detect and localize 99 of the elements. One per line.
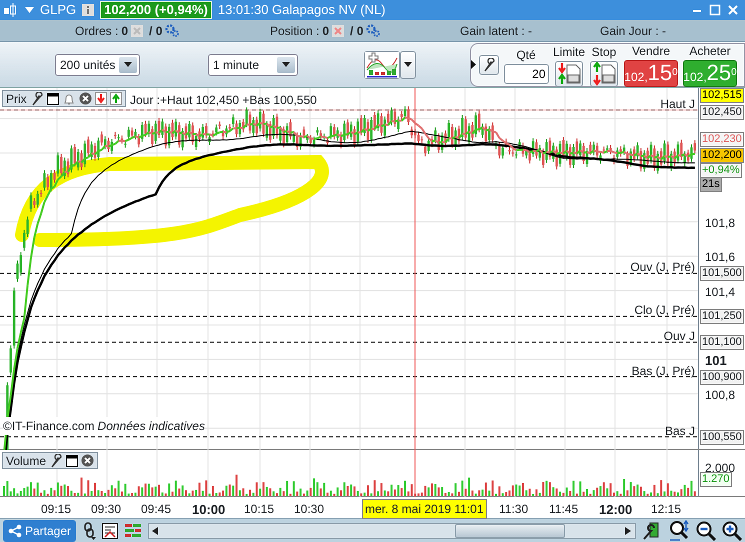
maximize-icon[interactable]: [709, 4, 721, 16]
gear-icon[interactable]: [366, 24, 380, 37]
level-label: Bas J: [664, 422, 695, 440]
panel-title: Prix: [6, 90, 27, 108]
scroll-thumb[interactable]: [455, 524, 565, 538]
time-label: 09:30: [91, 501, 122, 518]
scrollbar[interactable]: [148, 522, 636, 538]
time-label: 09:15: [41, 501, 72, 518]
time-label: 11:45: [549, 501, 578, 518]
timer-tag: 21s: [700, 177, 722, 192]
dropdown[interactable]: 200 unités: [55, 54, 140, 76]
price-tag: 102,230: [700, 132, 744, 147]
close-icon[interactable]: [78, 92, 92, 105]
sell-button[interactable]: 102,15$^{0}$: [624, 60, 678, 87]
window-icon[interactable]: [46, 92, 59, 104]
chart-indicators-icon: [365, 52, 399, 78]
caret-icon: [124, 62, 132, 67]
total-count: / 0: [350, 22, 364, 40]
zoom-in-icon[interactable]: [722, 520, 742, 540]
price-tag: 102,515: [700, 88, 744, 103]
close-icon[interactable]: [81, 454, 94, 467]
right-arrow-icon[interactable]: [625, 526, 632, 534]
column-label: Qté: [516, 46, 536, 64]
price-level-tag: 101,100: [700, 335, 744, 350]
axis-tick-label: 2.000: [705, 460, 736, 475]
panel-title: Volume: [6, 452, 46, 470]
dropdown[interactable]: 1 minute: [208, 54, 298, 76]
price-tag: 102,200: [700, 148, 744, 163]
time-label: 10:15: [244, 501, 274, 518]
price-tag: +0,94%: [700, 163, 742, 178]
expand-arrow-icon[interactable]: [471, 60, 476, 69]
time-label: 12:00: [599, 501, 632, 519]
sell-arrow-icon[interactable]: [94, 92, 107, 105]
time-label: 12:15: [651, 501, 682, 518]
symbol-name: GLPG: [40, 1, 76, 20]
axis-tick-label: 100,8: [705, 386, 736, 404]
disclaimer-text: Données indicatives: [98, 418, 205, 435]
indicators-button[interactable]: [364, 50, 400, 78]
price-level-tag: 100,900: [700, 370, 744, 385]
buy-arrow-icon[interactable]: [110, 92, 122, 105]
field-label: Gain latent : -: [460, 22, 532, 40]
dropdown-button[interactable]: [400, 50, 416, 78]
field-label: Position :: [270, 22, 320, 40]
column-label: Vendre: [632, 43, 670, 60]
zoom-out-icon[interactable]: [696, 520, 716, 540]
left-arrow-icon[interactable]: [152, 526, 160, 534]
bar-blocks-icon[interactable]: [124, 522, 142, 538]
price-level-tag: 101,250: [700, 309, 744, 324]
report-icon[interactable]: [102, 522, 118, 538]
time-label: 10:00: [192, 501, 226, 519]
time-label: 10:30: [294, 501, 324, 518]
caret-icon: [282, 62, 290, 67]
time-label: 09:45: [141, 501, 172, 518]
total-count: / 0: [149, 22, 162, 40]
axis-tick-label: 101,4: [705, 284, 736, 301]
time-label: 11:30: [499, 501, 528, 518]
share-button[interactable]: Partager: [3, 520, 76, 542]
axis-tick-label: 101,6: [705, 249, 736, 266]
caret-icon: [404, 62, 412, 67]
gear-icon[interactable]: [165, 24, 180, 37]
column-label: Stop: [592, 44, 616, 60]
wrench-icon: [482, 58, 496, 72]
share-icon: [8, 524, 22, 538]
order-button[interactable]: [590, 60, 618, 86]
day-range-info: Jour :+Haut 102,450 +Bas 100,550: [130, 92, 317, 109]
axis-tick-label: 101,8: [705, 214, 736, 232]
level-label: Clo (J, Pré): [634, 302, 695, 320]
settings-button[interactable]: [479, 54, 499, 74]
limit-order-icon: [556, 62, 582, 86]
info-icon[interactable]: [82, 4, 94, 16]
copyright-text: ©IT-Finance.com: [3, 418, 95, 435]
field-label: Ordres :: [75, 22, 118, 40]
column-label: Acheter: [689, 43, 731, 60]
quantity-field[interactable]: 20: [504, 64, 548, 84]
price-level-tag: 100,550: [700, 430, 744, 445]
link-icon[interactable]: [82, 522, 96, 540]
close-icon[interactable]: [727, 4, 739, 16]
instrument-title: 13:01:30 Galapagos NV (NL): [218, 1, 386, 20]
column-label: Limite: [553, 44, 586, 60]
quote-badge: 102,200 (+0,94%): [100, 1, 212, 19]
order-count: 0: [121, 22, 128, 40]
cursor-date-label: mer. 8 mai 2019 11:01: [362, 499, 487, 519]
level-label: Ouv J: [664, 328, 695, 346]
field-label: Gain Jour : -: [600, 22, 666, 40]
price-level-tag: 101,500: [700, 266, 744, 282]
wrench-icon[interactable]: [30, 92, 44, 106]
price-level-tag: 102,450: [700, 105, 744, 120]
level-label: Bas (J, Pré): [632, 362, 695, 380]
wrench-icon[interactable]: [49, 454, 64, 468]
candlestick-icon[interactable]: [3, 3, 19, 17]
caret-icon[interactable]: [25, 7, 34, 13]
level-label: Ouv (J, Pré): [630, 259, 695, 276]
order-count: 0: [322, 22, 330, 40]
level-label: Haut J: [660, 96, 695, 113]
zoom-fit-icon[interactable]: [668, 520, 690, 542]
axis-tick-label: 101: [705, 352, 727, 370]
volume-tag: 1.270: [700, 472, 732, 487]
order-button[interactable]: [555, 60, 583, 86]
window-icon[interactable]: [66, 454, 78, 466]
